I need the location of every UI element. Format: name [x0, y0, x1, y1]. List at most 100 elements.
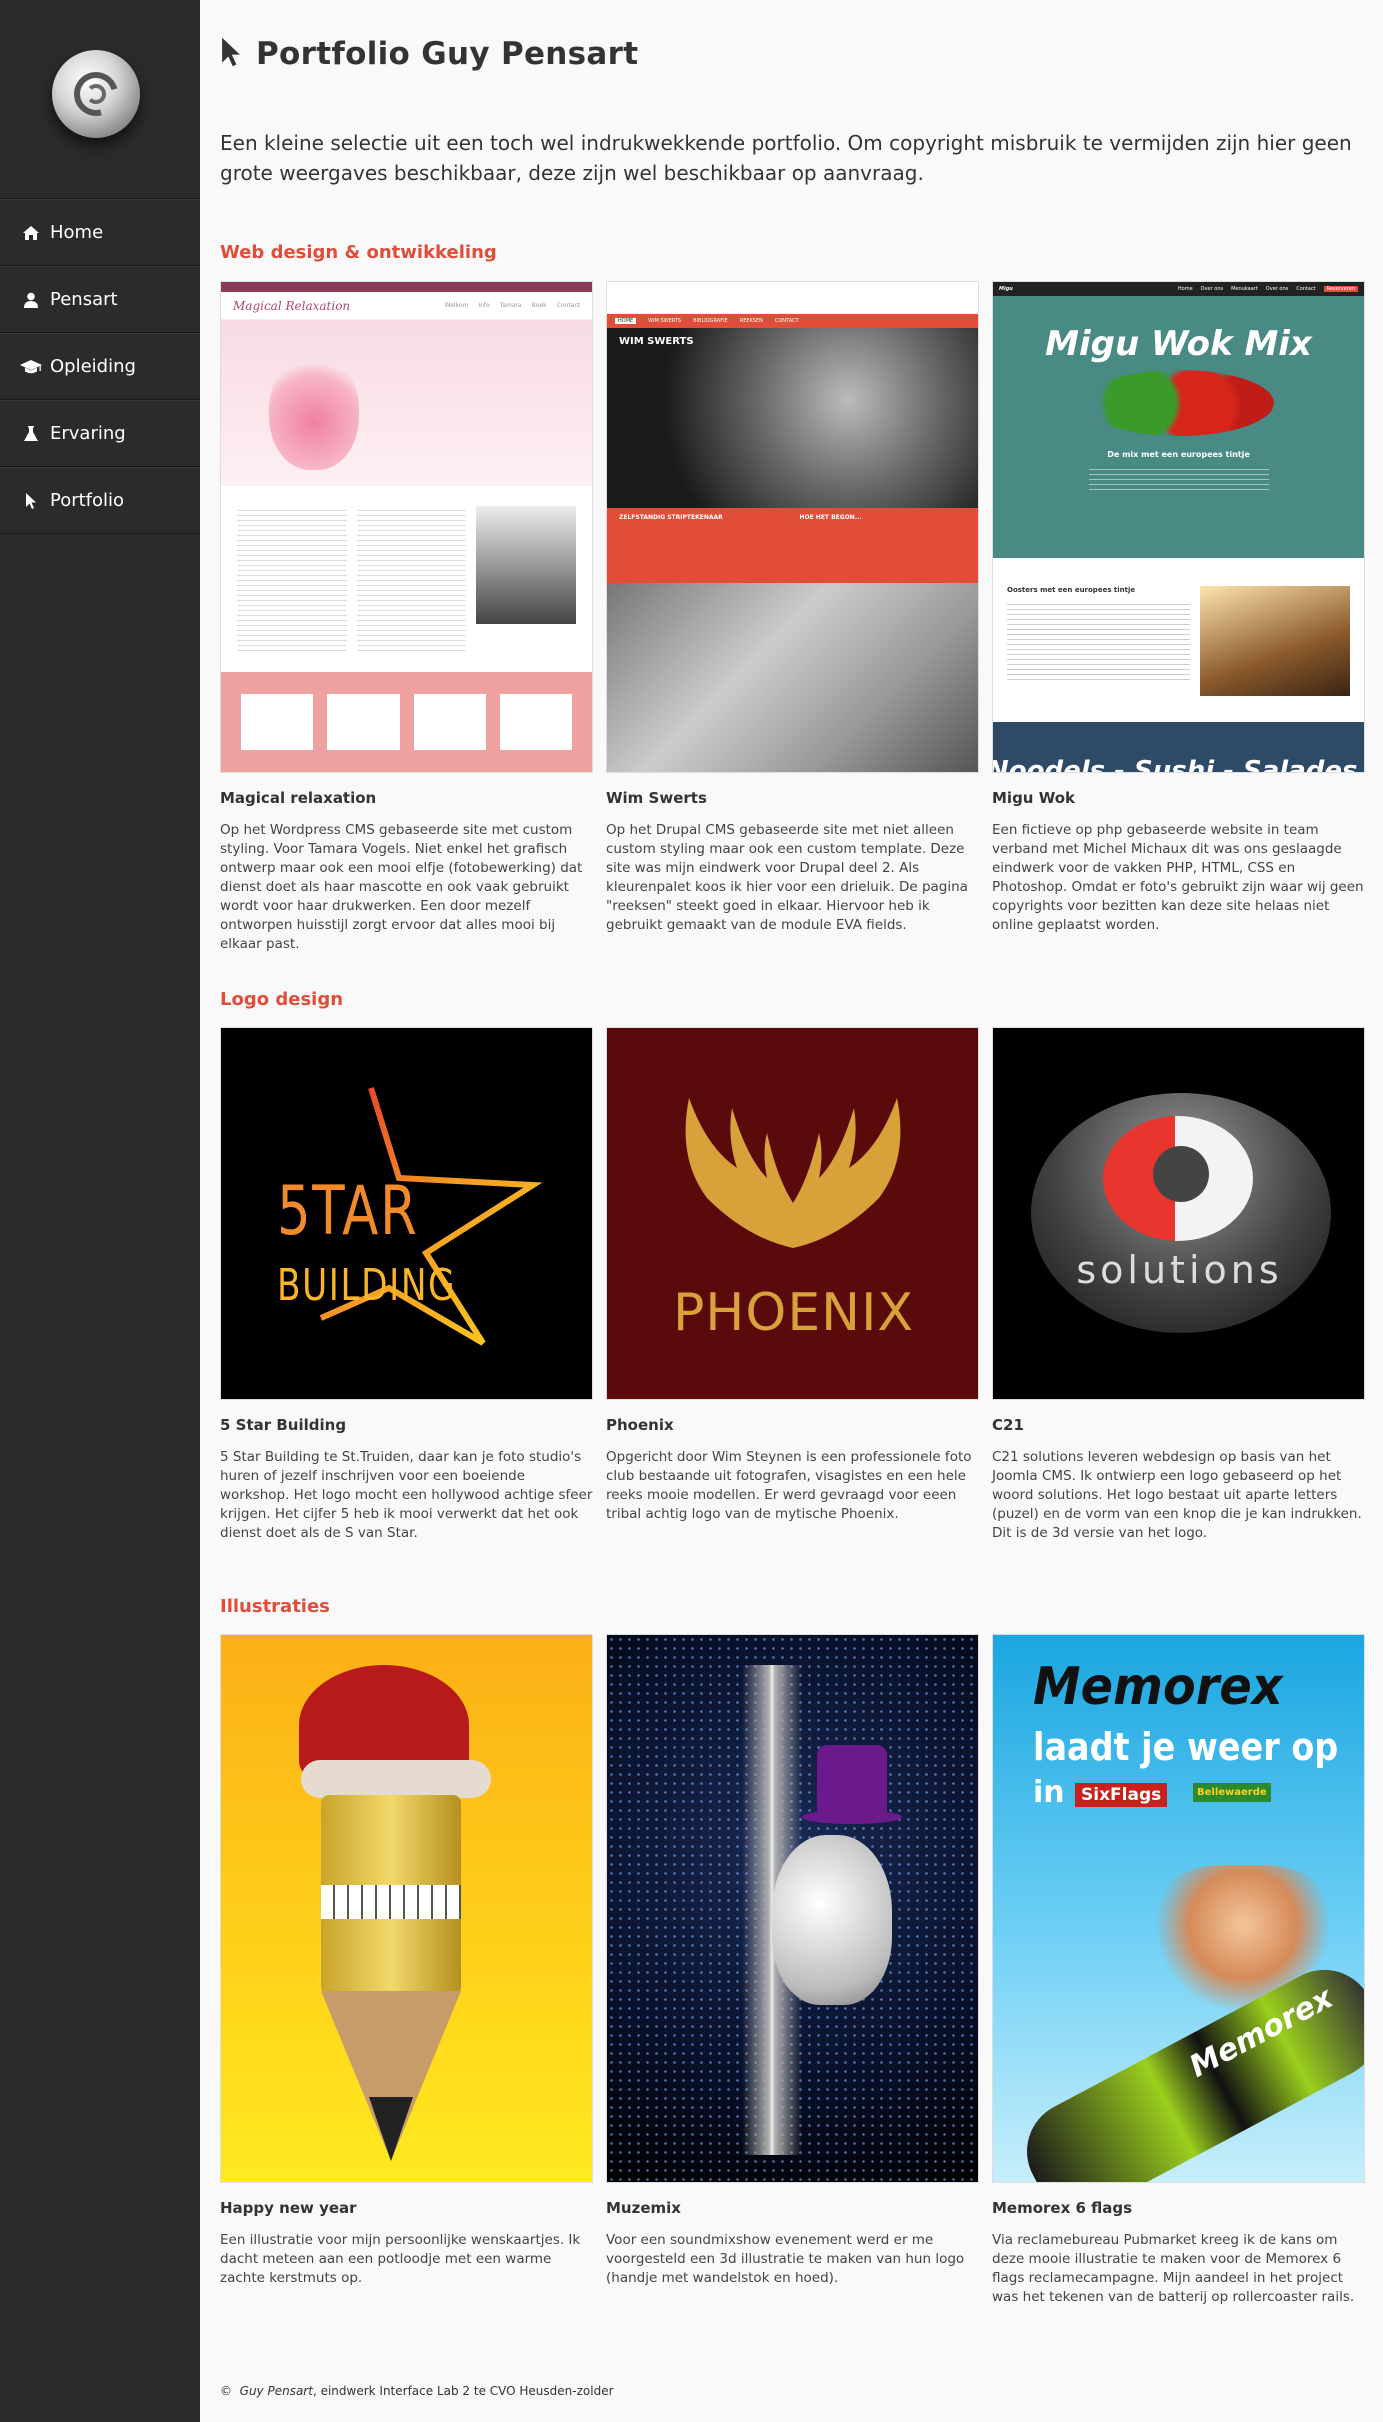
nav-item-portfolio[interactable]: Portfolio	[0, 467, 200, 534]
nav-item-pensart[interactable]: Pensart	[0, 266, 200, 333]
thumb-menu-item: HOME	[615, 318, 637, 324]
card-title: Wim Swerts	[606, 789, 707, 807]
thumb-menu-item: BIBLIOGRAFIE	[693, 318, 728, 324]
logo-c21-solutions[interactable]: solutions	[992, 1027, 1365, 1400]
portfolio-card-happy-new-year[interactable]: Happy new year Een illustratie voor mijn…	[220, 1634, 593, 2288]
thumb-menu-item: Welkom	[444, 302, 469, 309]
page-header: Portfolio Guy Pensart	[220, 36, 638, 72]
footer-author: Guy Pensart	[239, 2384, 313, 2398]
portfolio-card-muzemix[interactable]: Muzemix Voor een soundmixshow evenement …	[606, 1634, 979, 2288]
thumb-menu-item: REEKSEN	[739, 318, 763, 324]
copyright-symbol: ©	[220, 2384, 232, 2398]
thumbnail-wim-swerts[interactable]: HOME WIM SWERTS BIBLIOGRAFIE REEKSEN CON…	[606, 281, 979, 773]
main-nav: Home Pensart Opleiding Ervaring Portfoli…	[0, 198, 200, 534]
section-title-logo: Logo design	[220, 989, 344, 1010]
card-description: Een illustratie voor mijn persoonlijke w…	[220, 2232, 581, 2286]
thumb-menu-item: Tamara	[499, 302, 522, 309]
footer-text: , eindwerk Interface Lab 2 te CVO Heusde…	[312, 2384, 614, 2398]
card-title: Muzemix	[606, 2199, 681, 2217]
nav-label: Home	[50, 222, 104, 243]
thumb-menu-item: Home	[1177, 286, 1193, 292]
card-description: Op het Drupal CMS gebaseerde site met ni…	[606, 822, 968, 933]
poster-sponsor-bellewaerde: Bellewaerde	[1193, 1783, 1271, 1802]
thumb-column-title: ZELFSTANDIG STRIPTEKENAAR	[619, 514, 723, 521]
portrait-photo	[476, 506, 576, 624]
illustration-pencil-santa-hat[interactable]	[220, 1634, 593, 2183]
nav-label: Portfolio	[50, 490, 125, 511]
poster-brand: Memorex	[1033, 1657, 1283, 1717]
page-title: Portfolio Guy Pensart	[256, 36, 639, 72]
vegetables-image	[1083, 370, 1274, 436]
thumb-menu-item: Boek	[531, 302, 547, 309]
card-title: Memorex 6 flags	[992, 2199, 1133, 2217]
portfolio-card-5-star-building[interactable]: 5TAR BUILDING 5 Star Building 5 Star Bui…	[220, 1027, 593, 1543]
footer: © Guy Pensart, eindwerk Interface Lab 2 …	[220, 2384, 614, 2398]
logo-text-building: BUILDING	[277, 1260, 457, 1311]
thumb-tagline: De mix met een europees tintje	[1107, 450, 1250, 459]
thumb-menu-item: CONTACT	[774, 318, 799, 324]
thumb-hero-title: Migu Wok Mix	[1045, 324, 1312, 364]
portfolio-card-migu-wok[interactable]: Migu Home Over ons Menukaart Over ons Co…	[992, 281, 1365, 935]
card-title: C21	[992, 1416, 1024, 1434]
card-title: Phoenix	[606, 1416, 674, 1434]
portfolio-card-wim-swerts[interactable]: HOME WIM SWERTS BIBLIOGRAFIE REEKSEN CON…	[606, 281, 979, 935]
illustration-memorex-poster[interactable]: Memorex laadt je weer op in SixFlags Bel…	[992, 1634, 1365, 2183]
thumb-menu-item: Contact	[556, 302, 580, 309]
user-icon	[20, 289, 42, 311]
top-hat-icon	[817, 1745, 887, 1815]
thumb-menu-item: WIM SWERTS	[648, 318, 682, 324]
nav-item-home[interactable]: Home	[0, 199, 200, 266]
portfolio-card-memorex[interactable]: Memorex laadt je weer op in SixFlags Bel…	[992, 1634, 1365, 2307]
thumb-menu-item: Menukaart	[1231, 286, 1258, 292]
nav-label: Opleiding	[50, 356, 136, 377]
card-title: Magical relaxation	[220, 789, 377, 807]
thumb-menu-item: Over ons	[1265, 286, 1289, 292]
portfolio-card-magical[interactable]: Magical Relaxation Welkom Info Tamara Bo…	[220, 281, 593, 954]
card-description: Een fictieve op php gebaseerde website i…	[992, 822, 1364, 933]
thumb-banner: WIM SWERTS	[619, 336, 694, 347]
poster-headline: laadt je weer op	[1033, 1725, 1339, 1769]
cursor-icon	[220, 36, 242, 72]
thumb-menu-item: Over ons	[1200, 286, 1224, 292]
poster-sponsor-sixflags: SixFlags	[1075, 1783, 1168, 1807]
page-intro: Een kleine selectie uit een toch wel ind…	[220, 131, 1352, 185]
card-title: 5 Star Building	[220, 1416, 347, 1434]
nav-item-opleiding[interactable]: Opleiding	[0, 333, 200, 400]
card-description: Opgericht door Wim Steynen is een profes…	[606, 1449, 972, 1522]
thumb-column-title: HOE HET BEGON...	[799, 514, 862, 521]
restaurant-photo	[1200, 586, 1350, 696]
thumb-site-title: Magical Relaxation	[233, 298, 351, 313]
logo-phoenix[interactable]: PHOENIX	[606, 1027, 979, 1400]
portfolio-card-phoenix[interactable]: PHOENIX Phoenix Opgericht door Wim Steyn…	[606, 1027, 979, 1524]
thumbnail-magical-relaxation[interactable]: Magical Relaxation Welkom Info Tamara Bo…	[220, 281, 593, 773]
logo-text-solutions: solutions	[1076, 1248, 1283, 1292]
section-title-illustraties: Illustraties	[220, 1596, 330, 1617]
thumb-menu-item: Reserveren	[1323, 286, 1358, 292]
poster-in: in	[1033, 1775, 1065, 1810]
thumb-footer-text: Noodels - Sushi - Salades	[993, 756, 1358, 772]
thumbnail-migu-wok[interactable]: Migu Home Over ons Menukaart Over ons Co…	[992, 281, 1365, 773]
card-description: Via reclamebureau Pubmarket kreeg ik de …	[992, 2232, 1355, 2305]
phoenix-wings-icon	[685, 1098, 901, 1248]
thumb-subtitle: Oosters met een europees tintje	[1007, 586, 1136, 594]
logo-5-star-building[interactable]: 5TAR BUILDING	[220, 1027, 593, 1400]
portfolio-card-c21[interactable]: solutions C21 C21 solutions leveren webd…	[992, 1027, 1365, 1543]
card-title: Migu Wok	[992, 789, 1075, 807]
nav-label: Ervaring	[50, 423, 126, 444]
white-glove-hand	[772, 1835, 892, 2005]
cursor-icon	[20, 490, 42, 512]
logo-text-phoenix: PHOENIX	[672, 1283, 915, 1343]
nav-label: Pensart	[50, 289, 118, 310]
card-description: Op het Wordpress CMS gebaseerde site met…	[220, 822, 583, 952]
home-icon	[20, 222, 42, 244]
illustration-muzemix-hand[interactable]	[606, 1634, 979, 2183]
thumb-brand: Migu	[999, 286, 1013, 292]
card-title: Happy new year	[220, 2199, 357, 2217]
card-description: C21 solutions leveren webdesign op basis…	[992, 1449, 1362, 1541]
graduation-cap-icon	[20, 356, 42, 378]
card-description: Voor een soundmixshow evenement werd er …	[606, 2232, 965, 2286]
thumb-menu-item: Contact	[1296, 286, 1316, 292]
logo-text-5tar: 5TAR	[277, 1172, 419, 1251]
nav-item-ervaring[interactable]: Ervaring	[0, 400, 200, 467]
site-logo-icon[interactable]	[52, 50, 140, 138]
